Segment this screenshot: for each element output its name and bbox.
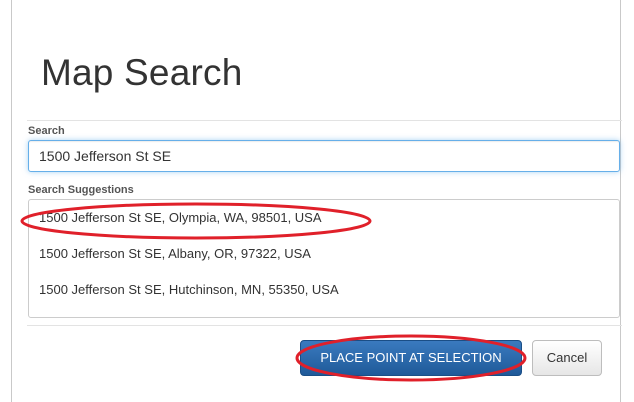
divider — [27, 120, 622, 121]
map-search-dialog: Map Search Search Search Suggestions 150… — [11, 0, 622, 402]
suggestion-item-hutchinson[interactable]: 1500 Jefferson St SE, Hutchinson, MN, 55… — [29, 272, 619, 308]
footer-divider — [27, 325, 622, 326]
search-label: Search — [28, 125, 65, 137]
suggestions-list: 1500 Jefferson St SE, Olympia, WA, 98501… — [28, 199, 620, 318]
place-point-button[interactable]: PLACE POINT AT SELECTION — [300, 340, 522, 376]
cancel-button[interactable]: Cancel — [532, 340, 602, 376]
suggestions-label: Search Suggestions — [28, 184, 134, 196]
suggestion-item-olympia[interactable]: 1500 Jefferson St SE, Olympia, WA, 98501… — [29, 200, 619, 236]
suggestion-item-albany[interactable]: 1500 Jefferson St SE, Albany, OR, 97322,… — [29, 236, 619, 272]
dialog-title: Map Search — [41, 52, 243, 93]
search-input[interactable] — [28, 140, 620, 172]
